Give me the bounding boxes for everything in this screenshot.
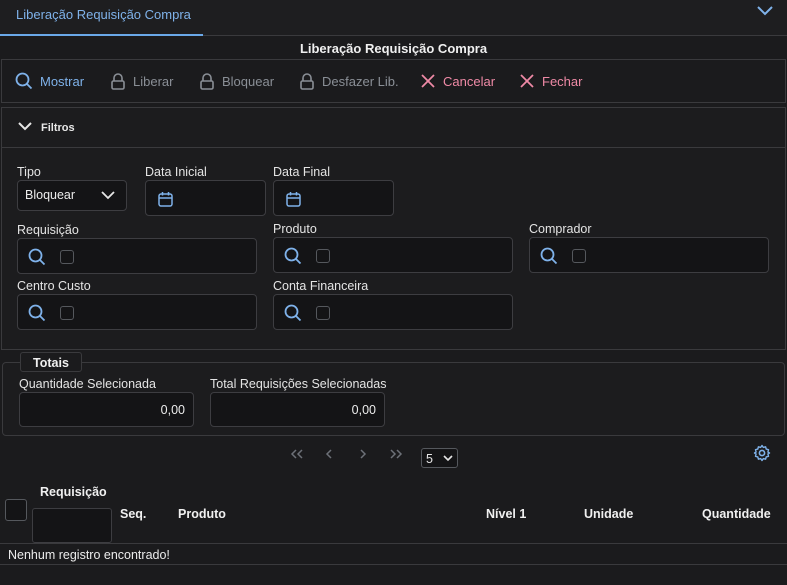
cancelar-label: Cancelar: [443, 73, 496, 89]
comprador-checkbox[interactable]: [572, 249, 586, 263]
conta-financeira-checkbox[interactable]: [316, 306, 330, 320]
column-produto[interactable]: Produto: [178, 507, 226, 521]
calendar-icon: [286, 192, 301, 207]
tipo-select[interactable]: Bloquear: [17, 180, 127, 211]
page-size-select[interactable]: 5: [421, 448, 458, 468]
fechar-button[interactable]: Fechar: [519, 60, 582, 102]
quantidade-selecionada-field: 0,00: [19, 392, 194, 427]
centro-custo-checkbox[interactable]: [60, 306, 74, 320]
tab-bar: Liberação Requisição Compra: [0, 0, 787, 36]
comprador-label: Comprador: [529, 222, 592, 236]
liberar-label: Liberar: [133, 73, 174, 89]
produto-checkbox[interactable]: [316, 249, 330, 263]
mostrar-button[interactable]: Mostrar: [15, 60, 84, 102]
requisicao-filter-input[interactable]: [32, 508, 112, 543]
conta-financeira-lookup[interactable]: [273, 294, 513, 330]
data-inicial-input[interactable]: [145, 180, 266, 216]
total-requisicoes-value: 0,00: [351, 403, 376, 417]
select-all-checkbox[interactable]: [5, 499, 27, 521]
search-icon: [15, 72, 33, 90]
bloquear-label: Bloquear: [222, 73, 275, 89]
empty-message: Nenhum registro encontrado!: [0, 544, 787, 565]
desfazer-liberacao-button[interactable]: Desfazer Lib.: [299, 60, 399, 102]
search-icon[interactable]: [284, 247, 302, 265]
first-page-button[interactable]: [287, 446, 307, 462]
search-icon[interactable]: [28, 304, 46, 322]
data-final-label: Data Final: [273, 165, 330, 179]
filters-header[interactable]: Filtros: [2, 108, 785, 148]
chevron-left-icon: [325, 449, 332, 459]
fechar-label: Fechar: [542, 73, 583, 89]
column-quantidade[interactable]: Quantidade: [702, 507, 771, 521]
requisicao-lookup[interactable]: [17, 238, 257, 274]
column-seq[interactable]: Seq.: [120, 507, 146, 521]
tipo-label: Tipo: [17, 165, 41, 179]
column-requisicao[interactable]: Requisição: [40, 485, 107, 499]
next-page-button[interactable]: [353, 446, 373, 462]
lock-icon: [300, 72, 314, 90]
calendar-icon: [158, 192, 173, 207]
data-inicial-label: Data Inicial: [145, 165, 207, 179]
close-icon: [421, 74, 435, 88]
window-title: Liberação Requisição Compra: [299, 41, 488, 56]
chevron-down-icon[interactable]: [755, 4, 775, 18]
chevron-down-icon: [443, 455, 453, 462]
chevron-right-icon: [360, 449, 367, 459]
column-nivel-1[interactable]: Nível 1: [486, 507, 526, 521]
totais-title: Totais: [20, 352, 82, 372]
produto-lookup[interactable]: [273, 237, 513, 273]
grid-header: [0, 472, 787, 544]
quantidade-selecionada-label: Quantidade Selecionada: [19, 377, 156, 391]
comprador-lookup[interactable]: [529, 237, 769, 273]
total-requisicoes-field: 0,00: [210, 392, 385, 427]
centro-custo-label: Centro Custo: [17, 279, 91, 293]
search-icon[interactable]: [284, 304, 302, 322]
conta-financeira-label: Conta Financeira: [273, 279, 369, 293]
column-unidade[interactable]: Unidade: [584, 507, 633, 521]
bloquear-button[interactable]: Bloquear: [199, 60, 274, 102]
lock-icon: [111, 72, 125, 90]
page-size-value: 5: [426, 452, 433, 466]
lock-icon: [200, 72, 214, 90]
chevron-down-icon: [18, 122, 32, 131]
data-final-input[interactable]: [273, 180, 394, 216]
previous-page-button[interactable]: [319, 446, 339, 462]
tipo-value: Bloquear: [25, 188, 76, 202]
toolbar: Mostrar Liberar Bloquear Desfazer Lib. C…: [1, 59, 786, 103]
desfazer-label: Desfazer Lib.: [322, 73, 399, 89]
gear-icon[interactable]: [753, 444, 771, 462]
double-chevron-left-icon: [290, 449, 303, 459]
filters-title: Filtros: [41, 122, 75, 134]
chevron-down-icon: [101, 191, 115, 200]
requisicao-checkbox[interactable]: [60, 250, 74, 264]
total-requisicoes-label: Total Requisições Selecionadas: [210, 377, 387, 391]
mostrar-label: Mostrar: [40, 73, 85, 89]
tab-liberacao-requisicao[interactable]: Liberação Requisição Compra: [0, 0, 203, 36]
cancelar-button[interactable]: Cancelar: [420, 60, 495, 102]
double-chevron-right-icon: [390, 449, 403, 459]
quantidade-selecionada-value: 0,00: [160, 403, 185, 417]
search-icon[interactable]: [540, 247, 558, 265]
last-page-button[interactable]: [386, 446, 406, 462]
close-icon: [520, 74, 534, 88]
centro-custo-lookup[interactable]: [17, 294, 257, 330]
requisicao-label: Requisição: [17, 223, 79, 237]
tab-label: Liberação Requisição Compra: [16, 7, 191, 22]
liberar-button[interactable]: Liberar: [110, 60, 173, 102]
search-icon[interactable]: [28, 248, 46, 266]
produto-label: Produto: [273, 222, 317, 236]
